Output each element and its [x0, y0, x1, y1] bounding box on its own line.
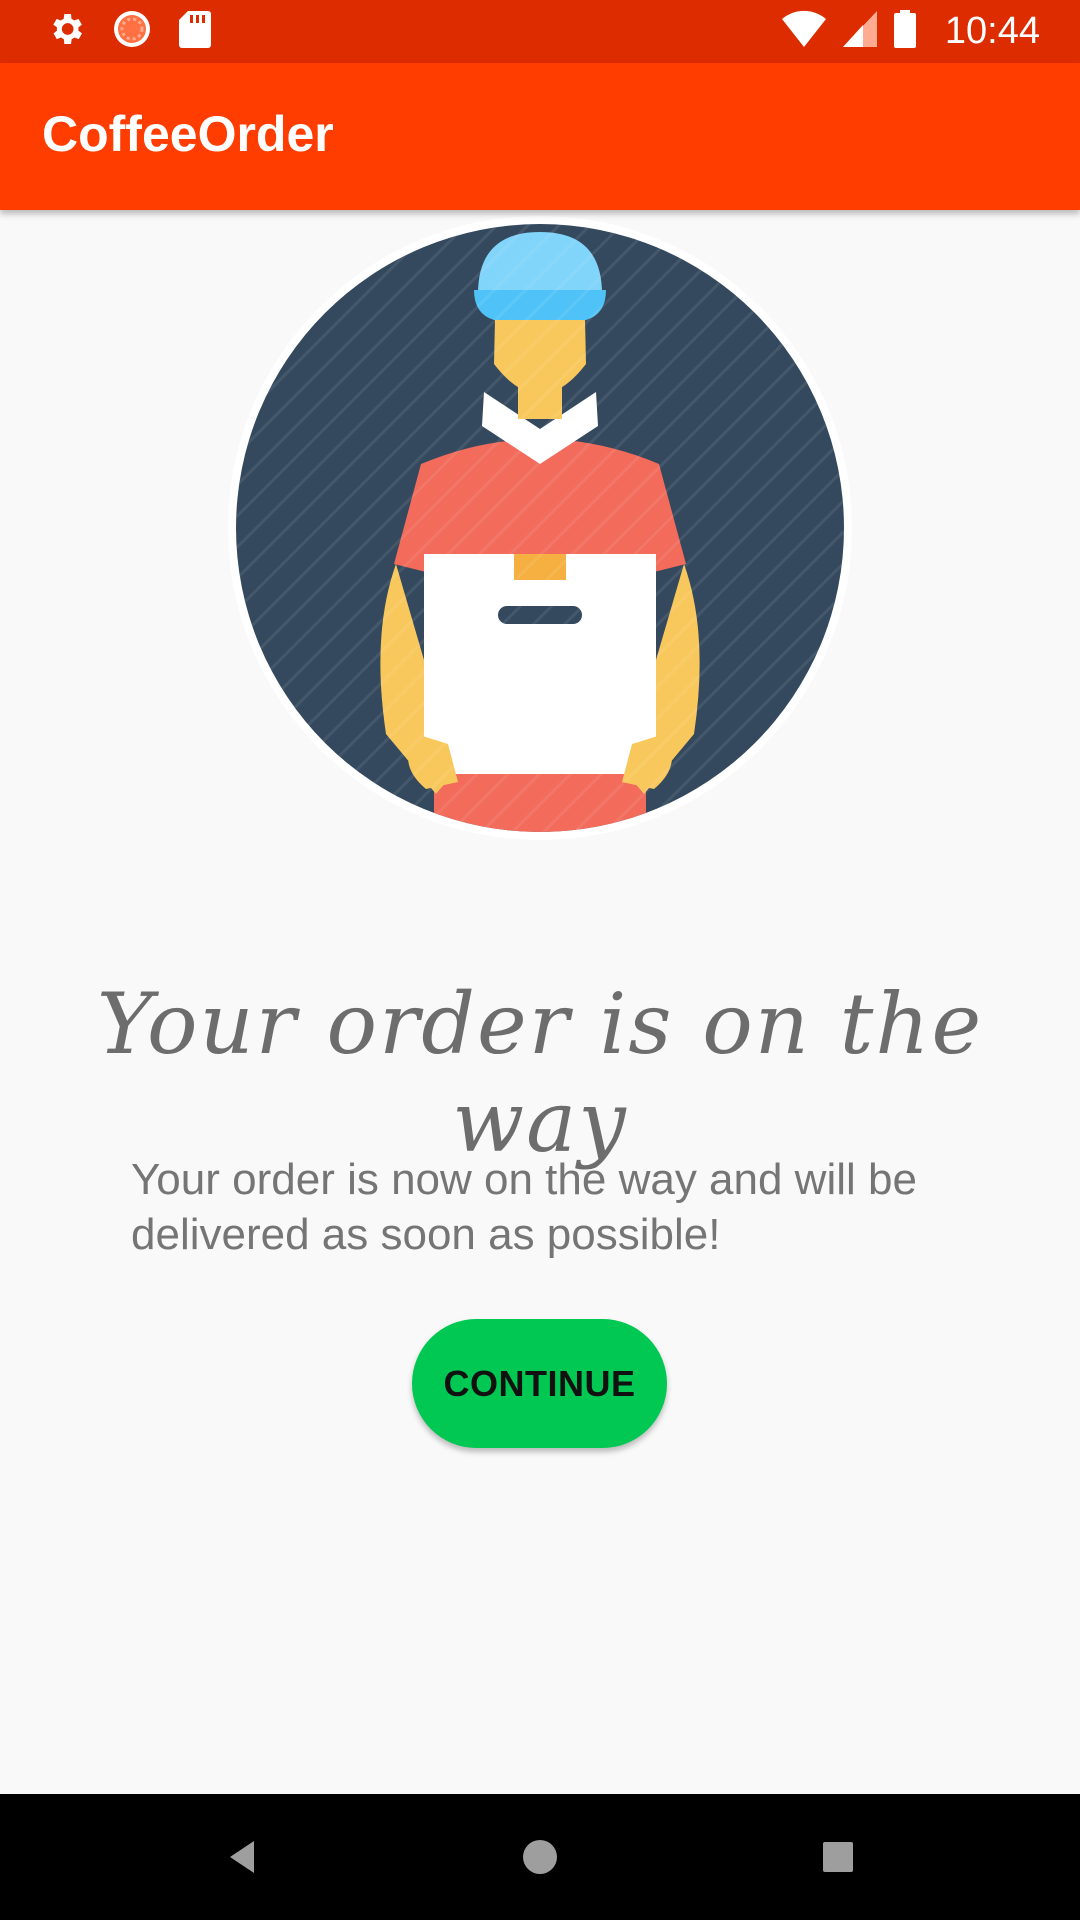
order-confirmation-screen: 10:44 CoffeeOrder Your order is on the w…	[0, 0, 1080, 1920]
status-right-icons: 10:44	[781, 10, 1040, 53]
app-bar: CoffeeOrder	[0, 63, 1080, 210]
sync-icon	[112, 9, 152, 54]
battery-icon	[893, 9, 917, 54]
status-left-icons	[46, 10, 212, 53]
cell-signal-icon	[841, 9, 879, 54]
gear-icon	[46, 9, 86, 54]
recents-icon[interactable]	[810, 1829, 866, 1885]
order-message: Your order is now on the way and will be…	[131, 1155, 917, 1259]
wifi-icon	[781, 9, 827, 54]
order-heading: Your order is on the way	[96, 975, 984, 1171]
navigation-bar	[0, 1794, 1080, 1920]
continue-button[interactable]: CONTINUE	[412, 1319, 667, 1448]
status-time: 10:44	[944, 10, 1040, 52]
back-icon[interactable]	[214, 1829, 270, 1885]
delivery-man-icon	[226, 214, 854, 842]
status-bar: 10:44	[0, 0, 1080, 63]
app-title: CoffeeOrder	[42, 106, 334, 162]
sd-card-icon	[178, 9, 212, 54]
home-icon[interactable]	[512, 1829, 568, 1885]
